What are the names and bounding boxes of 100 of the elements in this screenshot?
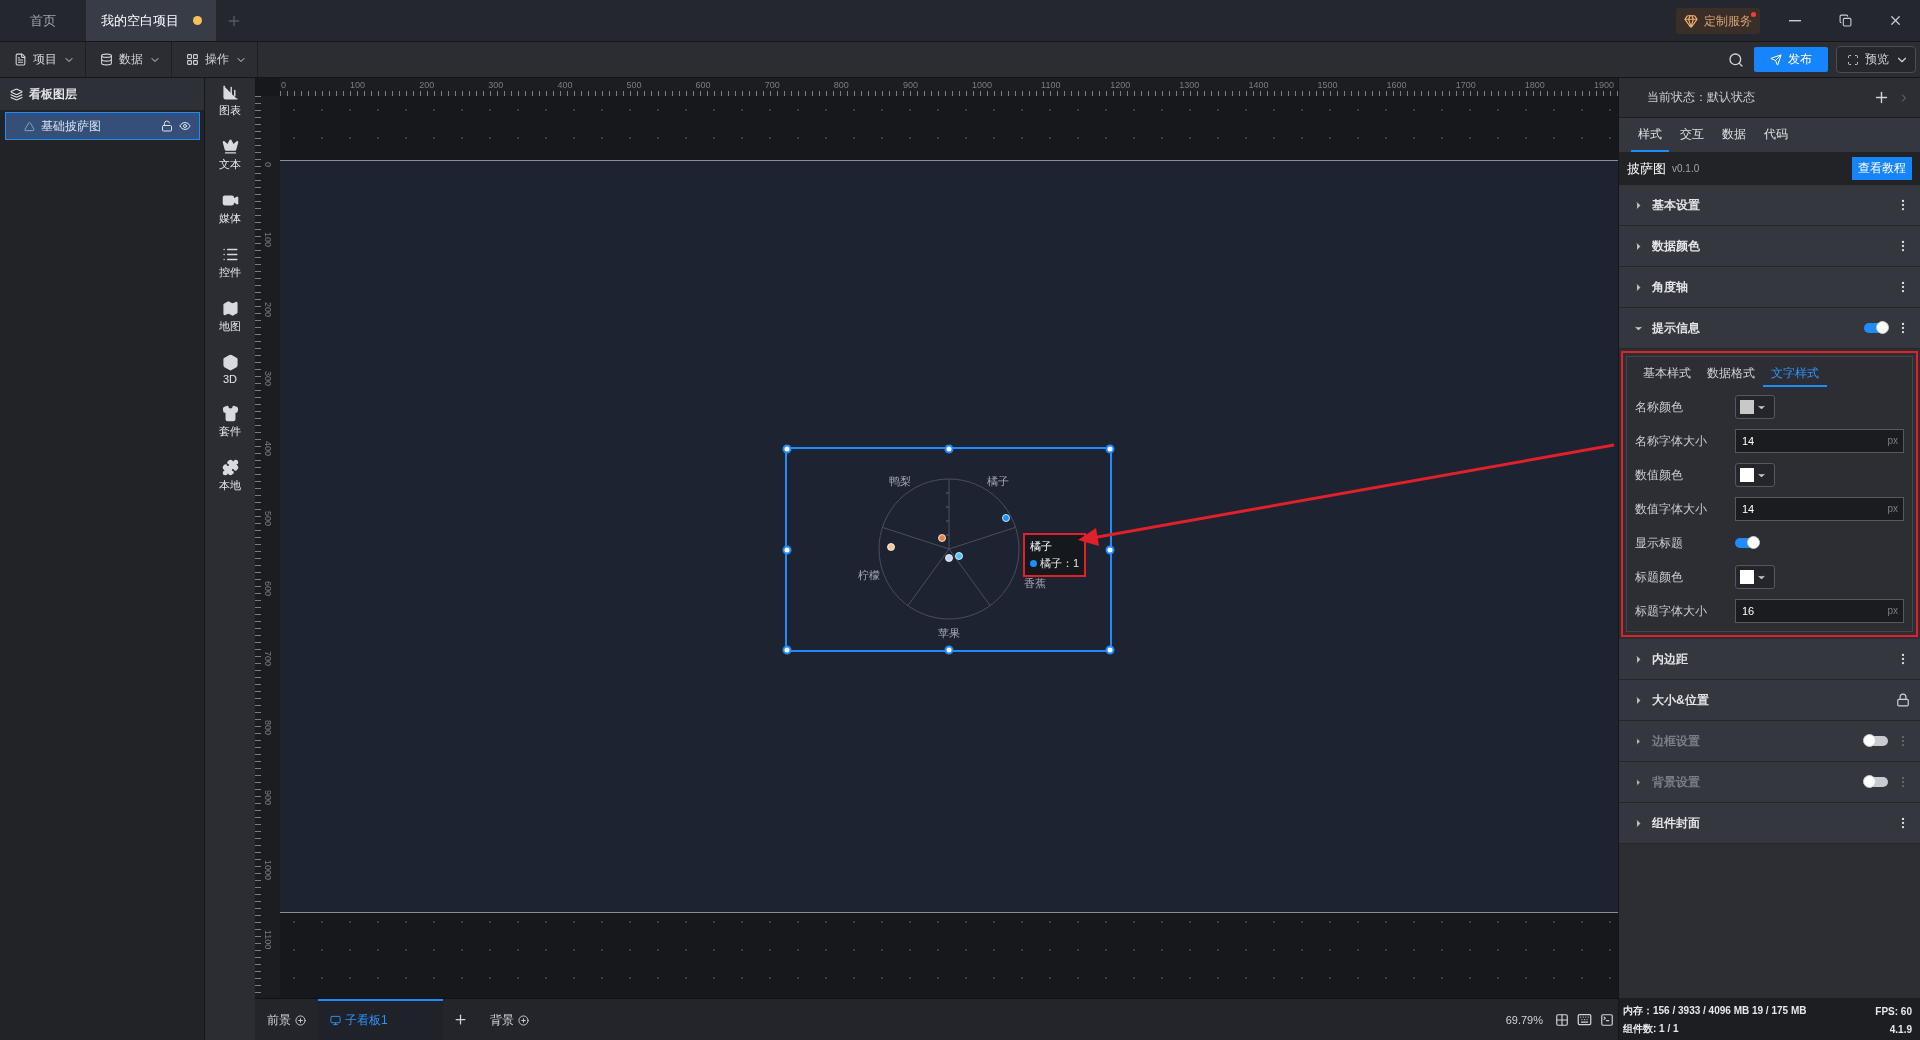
inspector-tab[interactable]: 交互 [1673, 118, 1711, 152]
grid-icon [186, 53, 199, 66]
menu-button[interactable]: 数据 [86, 42, 172, 77]
tab[interactable]: 我的空白项目 [86, 0, 216, 41]
tab-label: 首页 [30, 11, 56, 30]
cube-icon [221, 354, 239, 371]
preview-button[interactable]: 预览 [1836, 46, 1916, 73]
eye-icon[interactable] [179, 120, 191, 132]
add-state-button[interactable] [1873, 89, 1890, 106]
ruler-number: 1000 [263, 860, 273, 881]
resize-handle[interactable] [782, 444, 792, 454]
ruler-number: 1300 [1179, 80, 1200, 90]
color-picker[interactable] [1735, 395, 1775, 419]
resize-handle[interactable] [944, 645, 953, 655]
tooltip-title: 橘子 [1030, 539, 1053, 554]
board-tab[interactable]: 前景 [255, 999, 318, 1040]
add-circle-icon [518, 1015, 529, 1026]
ruler-number: 1100 [263, 929, 273, 950]
section-label: 提示信息 [1652, 319, 1701, 337]
tool-button[interactable]: 控件 [219, 246, 241, 280]
axis-label: 橘子 [987, 473, 1010, 489]
ruler-number: 1500 [1317, 80, 1338, 90]
tool-button[interactable]: 地图 [219, 300, 241, 334]
tool-button[interactable]: 媒体 [219, 192, 241, 226]
component-version: v0.1.0 [1672, 163, 1701, 174]
publish-button[interactable]: 发布 [1754, 47, 1828, 72]
settings-section[interactable]: 提示信息 [1619, 308, 1920, 349]
section-label: 边框设置 [1652, 732, 1701, 750]
tool-button[interactable]: 本地 [219, 459, 241, 493]
component-count: 组件数: 1 / 1 [1623, 1022, 1680, 1036]
ruler-number: 200 [263, 301, 273, 317]
toggle-switch[interactable] [1864, 323, 1888, 333]
ruler-number: 1900 [1593, 80, 1614, 90]
sub-tab[interactable]: 基本样式 [1635, 361, 1699, 387]
tool-button[interactable]: 文本 [219, 138, 241, 172]
tooltip-value: 橘子：1 [1040, 556, 1080, 571]
field-label: 标题颜色 [1635, 568, 1684, 586]
app-version: 4.1.9 [1888, 1023, 1912, 1035]
field-label: 数值颜色 [1635, 466, 1684, 484]
ruler-number: 800 [833, 80, 849, 90]
data-point [887, 543, 895, 551]
fullscreen-icon [1847, 53, 1859, 66]
ruler-number: 1600 [1386, 80, 1407, 90]
inspector-tab[interactable]: 数据 [1715, 118, 1753, 152]
ruler-number: 600 [263, 580, 273, 596]
sub-tab[interactable]: 文字样式 [1763, 361, 1827, 387]
service-button[interactable]: 定制服务 [1676, 8, 1760, 34]
minimize-icon [1789, 19, 1801, 22]
toggle-switch[interactable] [1735, 538, 1759, 548]
resize-handle[interactable] [782, 545, 792, 554]
inspector-tab[interactable]: 代码 [1757, 118, 1795, 152]
settings-section[interactable]: 数据颜色 [1619, 226, 1920, 267]
ruler-number: 0 [263, 162, 273, 167]
settings-section[interactable]: 组件封面 [1619, 803, 1920, 844]
map-icon [221, 300, 239, 317]
settings-section[interactable]: 基本设置 [1619, 185, 1920, 226]
toggle-switch[interactable] [1864, 736, 1888, 746]
chart-widget[interactable]: 橘子 香蕉 苹果 柠檬 鸭梨 橘子 橘子：1 [785, 447, 1112, 652]
tutorial-button[interactable]: 查看教程 [1852, 157, 1912, 180]
shirt-icon [221, 405, 239, 422]
settings-section[interactable]: 内边距 [1619, 639, 1920, 680]
ruler-number: 400 [557, 80, 573, 90]
board-tab[interactable]: 子看板1 [318, 999, 443, 1040]
color-picker[interactable] [1735, 463, 1775, 487]
layers-title: 看板图层 [29, 85, 77, 103]
resize-handle[interactable] [944, 444, 953, 454]
menu-button[interactable]: 操作 [172, 42, 258, 77]
ruler-number: 1100 [1041, 80, 1061, 90]
settings-section[interactable]: 大小&位置 [1619, 680, 1920, 721]
unit-label: px [1887, 503, 1898, 514]
unit-label: px [1887, 435, 1898, 446]
data-point [938, 534, 946, 542]
tool-button[interactable]: 图表 [219, 84, 241, 118]
toggle-switch[interactable] [1864, 777, 1888, 787]
lock-icon[interactable] [1896, 693, 1910, 707]
field-label: 标题字体大小 [1635, 602, 1708, 620]
ruler-number: 700 [764, 80, 780, 90]
resize-handle[interactable] [1105, 444, 1115, 454]
sub-tab[interactable]: 数据格式 [1699, 361, 1763, 387]
color-picker[interactable] [1735, 565, 1775, 589]
resize-handle[interactable] [782, 645, 792, 655]
send-icon [1770, 53, 1782, 66]
tab[interactable]: 首页 [0, 0, 86, 41]
tool-button[interactable]: 3D [221, 354, 239, 385]
ruler-number: 800 [263, 720, 273, 736]
axis-label: 香蕉 [1023, 575, 1046, 591]
section-label: 组件封面 [1652, 814, 1701, 832]
unlock-icon[interactable] [161, 120, 173, 132]
ruler-number: 1800 [1524, 80, 1545, 90]
layer-item[interactable]: 基础披萨图 [5, 112, 200, 140]
menu-button[interactable]: 项目 [0, 42, 86, 77]
board-tab[interactable]: 背景 [478, 999, 541, 1040]
resize-handle[interactable] [1105, 545, 1115, 554]
section-label: 基本设置 [1652, 196, 1701, 214]
resize-handle[interactable] [1105, 645, 1115, 655]
fps-counter: FPS: 60 [1875, 1005, 1912, 1017]
tool-button[interactable]: 套件 [219, 405, 241, 439]
crown-icon [221, 138, 239, 155]
ruler-number: 100 [263, 231, 273, 247]
settings-section[interactable]: 角度轴 [1619, 267, 1920, 308]
